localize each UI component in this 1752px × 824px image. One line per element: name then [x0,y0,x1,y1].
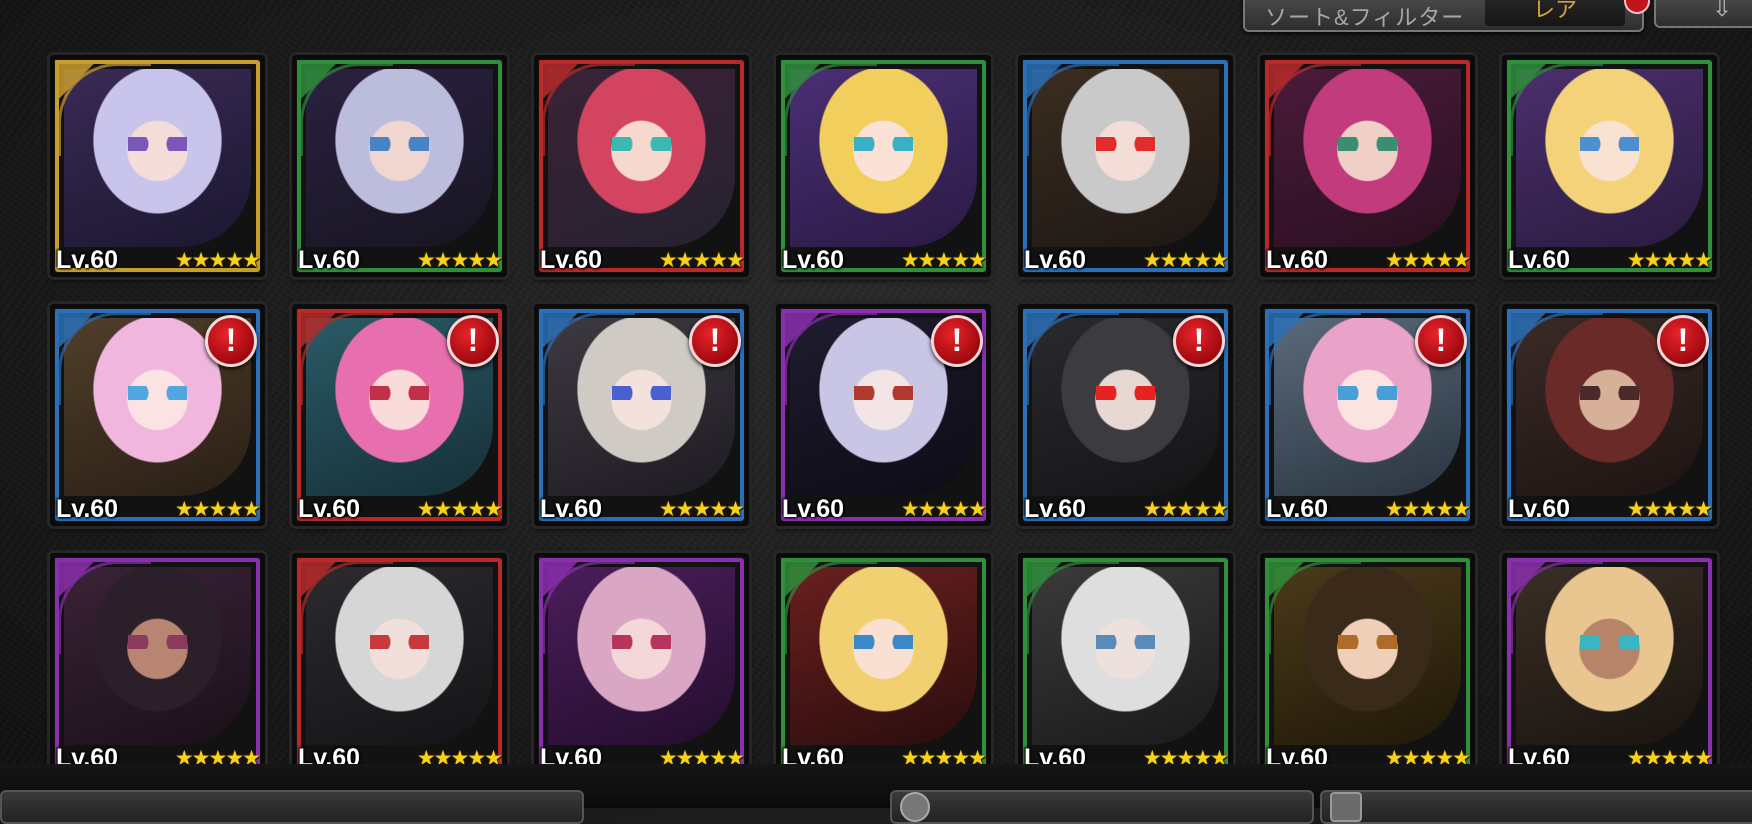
element-emblem-icon [539,60,609,130]
star-rating: ★★★★★ [174,498,261,521]
unit-card[interactable]: Lv.60 ★★★★★ [776,553,991,775]
element-emblem-icon [1265,309,1335,379]
unit-level: Lv.60 [298,495,361,523]
unit-level: Lv.60 [56,246,119,274]
exclamation-icon: ! [689,315,741,367]
star-rating: ★★★★★ [658,498,745,521]
sort-order-button[interactable]: ⇩ [1654,0,1752,28]
unit-card[interactable]: Lv.60 ★★★★★ [1502,553,1717,775]
unit-card[interactable]: Lv.60 ★★★★★ [534,553,749,775]
element-emblem-icon [297,60,367,130]
exclamation-icon: ! [1657,315,1709,367]
element-emblem-icon [297,558,367,628]
gear-icon [900,792,930,822]
element-emblem-icon [1507,309,1577,379]
star-rating: ★★★★★ [1384,498,1471,521]
element-emblem-icon [781,309,851,379]
star-rating: ★★★★★ [1384,249,1471,272]
unit-level: Lv.60 [782,495,845,523]
unit-card[interactable]: Lv.60 ★★★★★ [1018,55,1233,277]
sort-filter-button[interactable]: ソート&フィルター レア [1243,0,1650,32]
exclamation-icon: ! [1415,315,1467,367]
unit-level: Lv.60 [1508,495,1571,523]
unit-level: Lv.60 [1508,246,1571,274]
sort-filter-label: ソート&フィルター [1265,5,1465,30]
bottom-center-button[interactable] [890,790,1314,824]
exclamation-icon: ! [447,315,499,367]
unit-card[interactable]: Lv.60 ★★★★★! [534,304,749,526]
bottom-right-button[interactable] [1320,790,1752,824]
star-rating: ★★★★★ [1142,498,1229,521]
exclamation-icon: ! [1173,315,1225,367]
unit-level: Lv.60 [298,246,361,274]
unit-level: Lv.60 [56,495,119,523]
element-emblem-icon [1023,309,1093,379]
star-rating: ★★★★★ [658,249,745,272]
unit-level: Lv.60 [782,246,845,274]
unit-card[interactable]: Lv.60 ★★★★★! [1018,304,1233,526]
unit-card[interactable]: Lv.60 ★★★★★ [776,55,991,277]
star-rating: ★★★★★ [1626,249,1713,272]
unit-card[interactable]: Lv.60 ★★★★★! [50,304,265,526]
unit-level: Lv.60 [1266,495,1329,523]
star-rating: ★★★★★ [900,249,987,272]
element-emblem-icon [55,60,125,130]
element-emblem-icon [1507,558,1577,628]
element-emblem-icon [781,558,851,628]
element-emblem-icon [539,558,609,628]
element-emblem-icon [1265,558,1335,628]
element-emblem-icon [55,558,125,628]
element-emblem-icon [1507,60,1577,130]
bottom-left-button[interactable] [0,790,584,824]
star-rating: ★★★★★ [1142,249,1229,272]
unit-card[interactable]: Lv.60 ★★★★★ [534,55,749,277]
unit-card[interactable]: Lv.60 ★★★★★ [1260,553,1475,775]
unit-card[interactable]: Lv.60 ★★★★★ [1260,55,1475,277]
unit-card[interactable]: Lv.60 ★★★★★! [1260,304,1475,526]
element-emblem-icon [1265,60,1335,130]
unit-level: Lv.60 [1024,246,1087,274]
element-emblem-icon [1023,60,1093,130]
unit-card[interactable]: Lv.60 ★★★★★ [1502,55,1717,277]
star-rating: ★★★★★ [174,249,261,272]
unit-level: Lv.60 [540,246,603,274]
star-rating: ★★★★★ [1626,498,1713,521]
unit-level: Lv.60 [1024,495,1087,523]
unit-level: Lv.60 [540,495,603,523]
element-emblem-icon [297,309,367,379]
sort-value-display: レア [1485,0,1625,26]
notification-badge [1624,0,1650,14]
star-rating: ★★★★★ [900,498,987,521]
star-rating: ★★★★★ [416,498,503,521]
element-emblem-icon [55,309,125,379]
unit-card[interactable]: Lv.60 ★★★★★! [292,304,507,526]
unit-card[interactable]: Lv.60 ★★★★★! [1502,304,1717,526]
element-emblem-icon [539,309,609,379]
unit-card[interactable]: Lv.60 ★★★★★ [50,553,265,775]
unit-card[interactable]: Lv.60 ★★★★★ [1018,553,1233,775]
star-rating: ★★★★★ [416,249,503,272]
unit-level: Lv.60 [1266,246,1329,274]
element-emblem-icon [1023,558,1093,628]
exclamation-icon: ! [205,315,257,367]
exclamation-icon: ! [931,315,983,367]
menu-icon [1330,792,1362,822]
unit-card[interactable]: Lv.60 ★★★★★ [292,553,507,775]
unit-card[interactable]: Lv.60 ★★★★★ [292,55,507,277]
element-emblem-icon [781,60,851,130]
unit-card[interactable]: Lv.60 ★★★★★! [776,304,991,526]
sort-order-icon: ⇩ [1712,0,1733,22]
unit-card[interactable]: Lv.60 ★★★★★ [50,55,265,277]
